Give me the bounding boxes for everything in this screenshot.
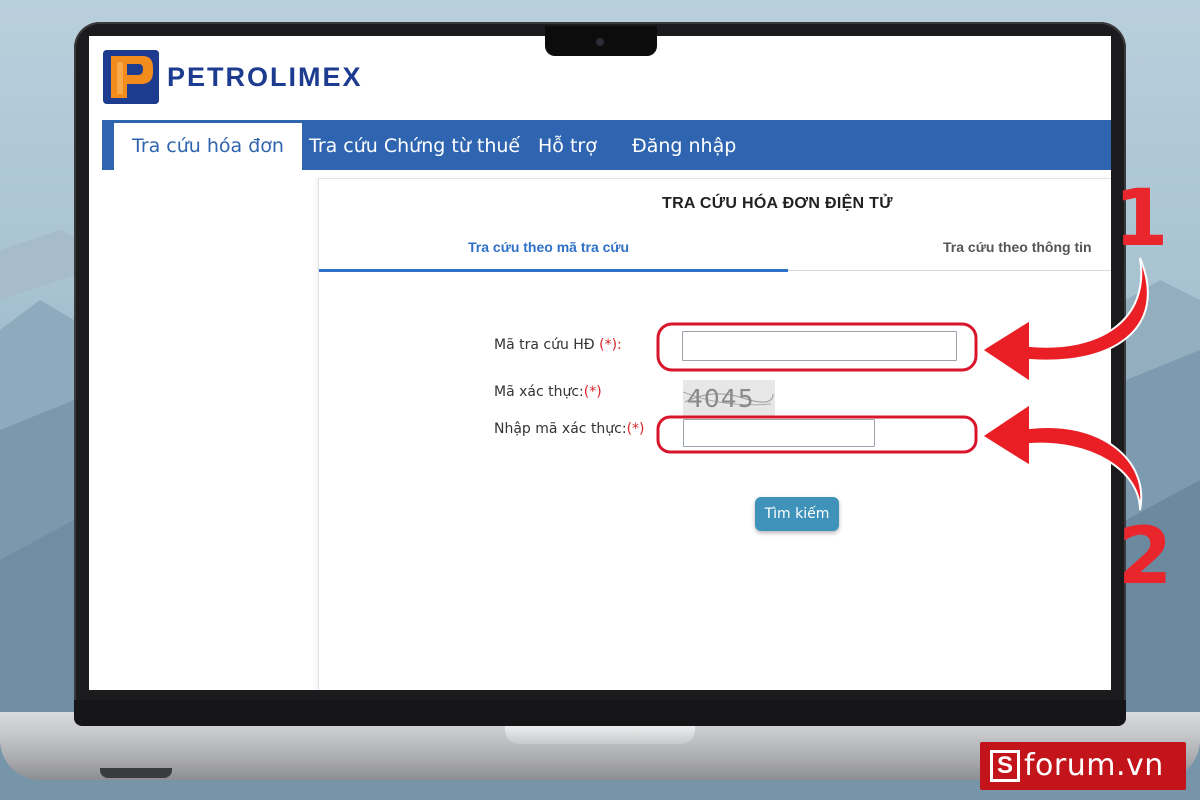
lookup-code-label-text: Mã tra cứu HĐ [494,337,595,353]
camera-icon [596,38,604,46]
captcha-image: 4045 [683,380,775,416]
left-pane [89,170,318,690]
required-marker: (*) [583,384,602,400]
screen: PETROLIMEX Tra cứu hóa đơn Tra cứu Chứng… [89,36,1111,690]
captcha-text: 4045 [687,384,755,413]
required-marker: (*) [626,421,645,437]
laptop-hinge [74,700,1126,726]
step-number-2: 2 [1118,512,1173,602]
laptop-lip [505,726,695,744]
page-title: TRA CỨU HÓA ĐƠN ĐIỆN TỬ [662,195,893,212]
tab-lookup-by-code[interactable]: Tra cứu theo mã tra cứu [468,239,629,255]
captcha-input-label-text: Nhập mã xác thực: [494,421,627,437]
step-number-1: 1 [1114,174,1169,264]
lookup-code-input[interactable] [682,331,957,361]
nav-item-support[interactable]: Hỗ trợ [538,120,597,170]
sforum-watermark: S forum.vn [980,742,1186,790]
captcha-label: Mã xác thực:(*) [494,384,602,400]
tab-lookup-by-info[interactable]: Tra cứu theo thông tin [943,239,1092,255]
nav-item-invoice-lookup[interactable]: Tra cứu hóa đơn [114,120,302,170]
captcha-label-text: Mã xác thực: [494,384,584,400]
laptop-foot-left [100,768,172,778]
captcha-input[interactable] [683,419,875,447]
nav-item-login[interactable]: Đăng nhập [632,120,736,170]
required-marker: (*): [599,337,622,353]
search-button[interactable]: Tìm kiếm [755,497,839,531]
brand-name[interactable]: PETROLIMEX [167,62,363,93]
main-nav: Tra cứu hóa đơn Tra cứu Chứng từ thuế Hỗ… [102,120,1111,170]
tab-divider [788,270,1111,271]
sforum-logo-icon: S [990,750,1020,782]
lookup-code-label: Mã tra cứu HĐ (*): [494,337,622,353]
active-tab-indicator [319,269,788,272]
captcha-input-label: Nhập mã xác thực:(*) [494,421,645,437]
lookup-panel: TRA CỨU HÓA ĐƠN ĐIỆN TỬ Tra cứu theo mã … [318,178,1111,690]
nav-item-tax-documents[interactable]: Tra cứu Chứng từ thuế [309,120,520,170]
watermark-text: forum.vn [1024,748,1164,783]
petrolimex-logo-icon[interactable] [103,50,159,104]
